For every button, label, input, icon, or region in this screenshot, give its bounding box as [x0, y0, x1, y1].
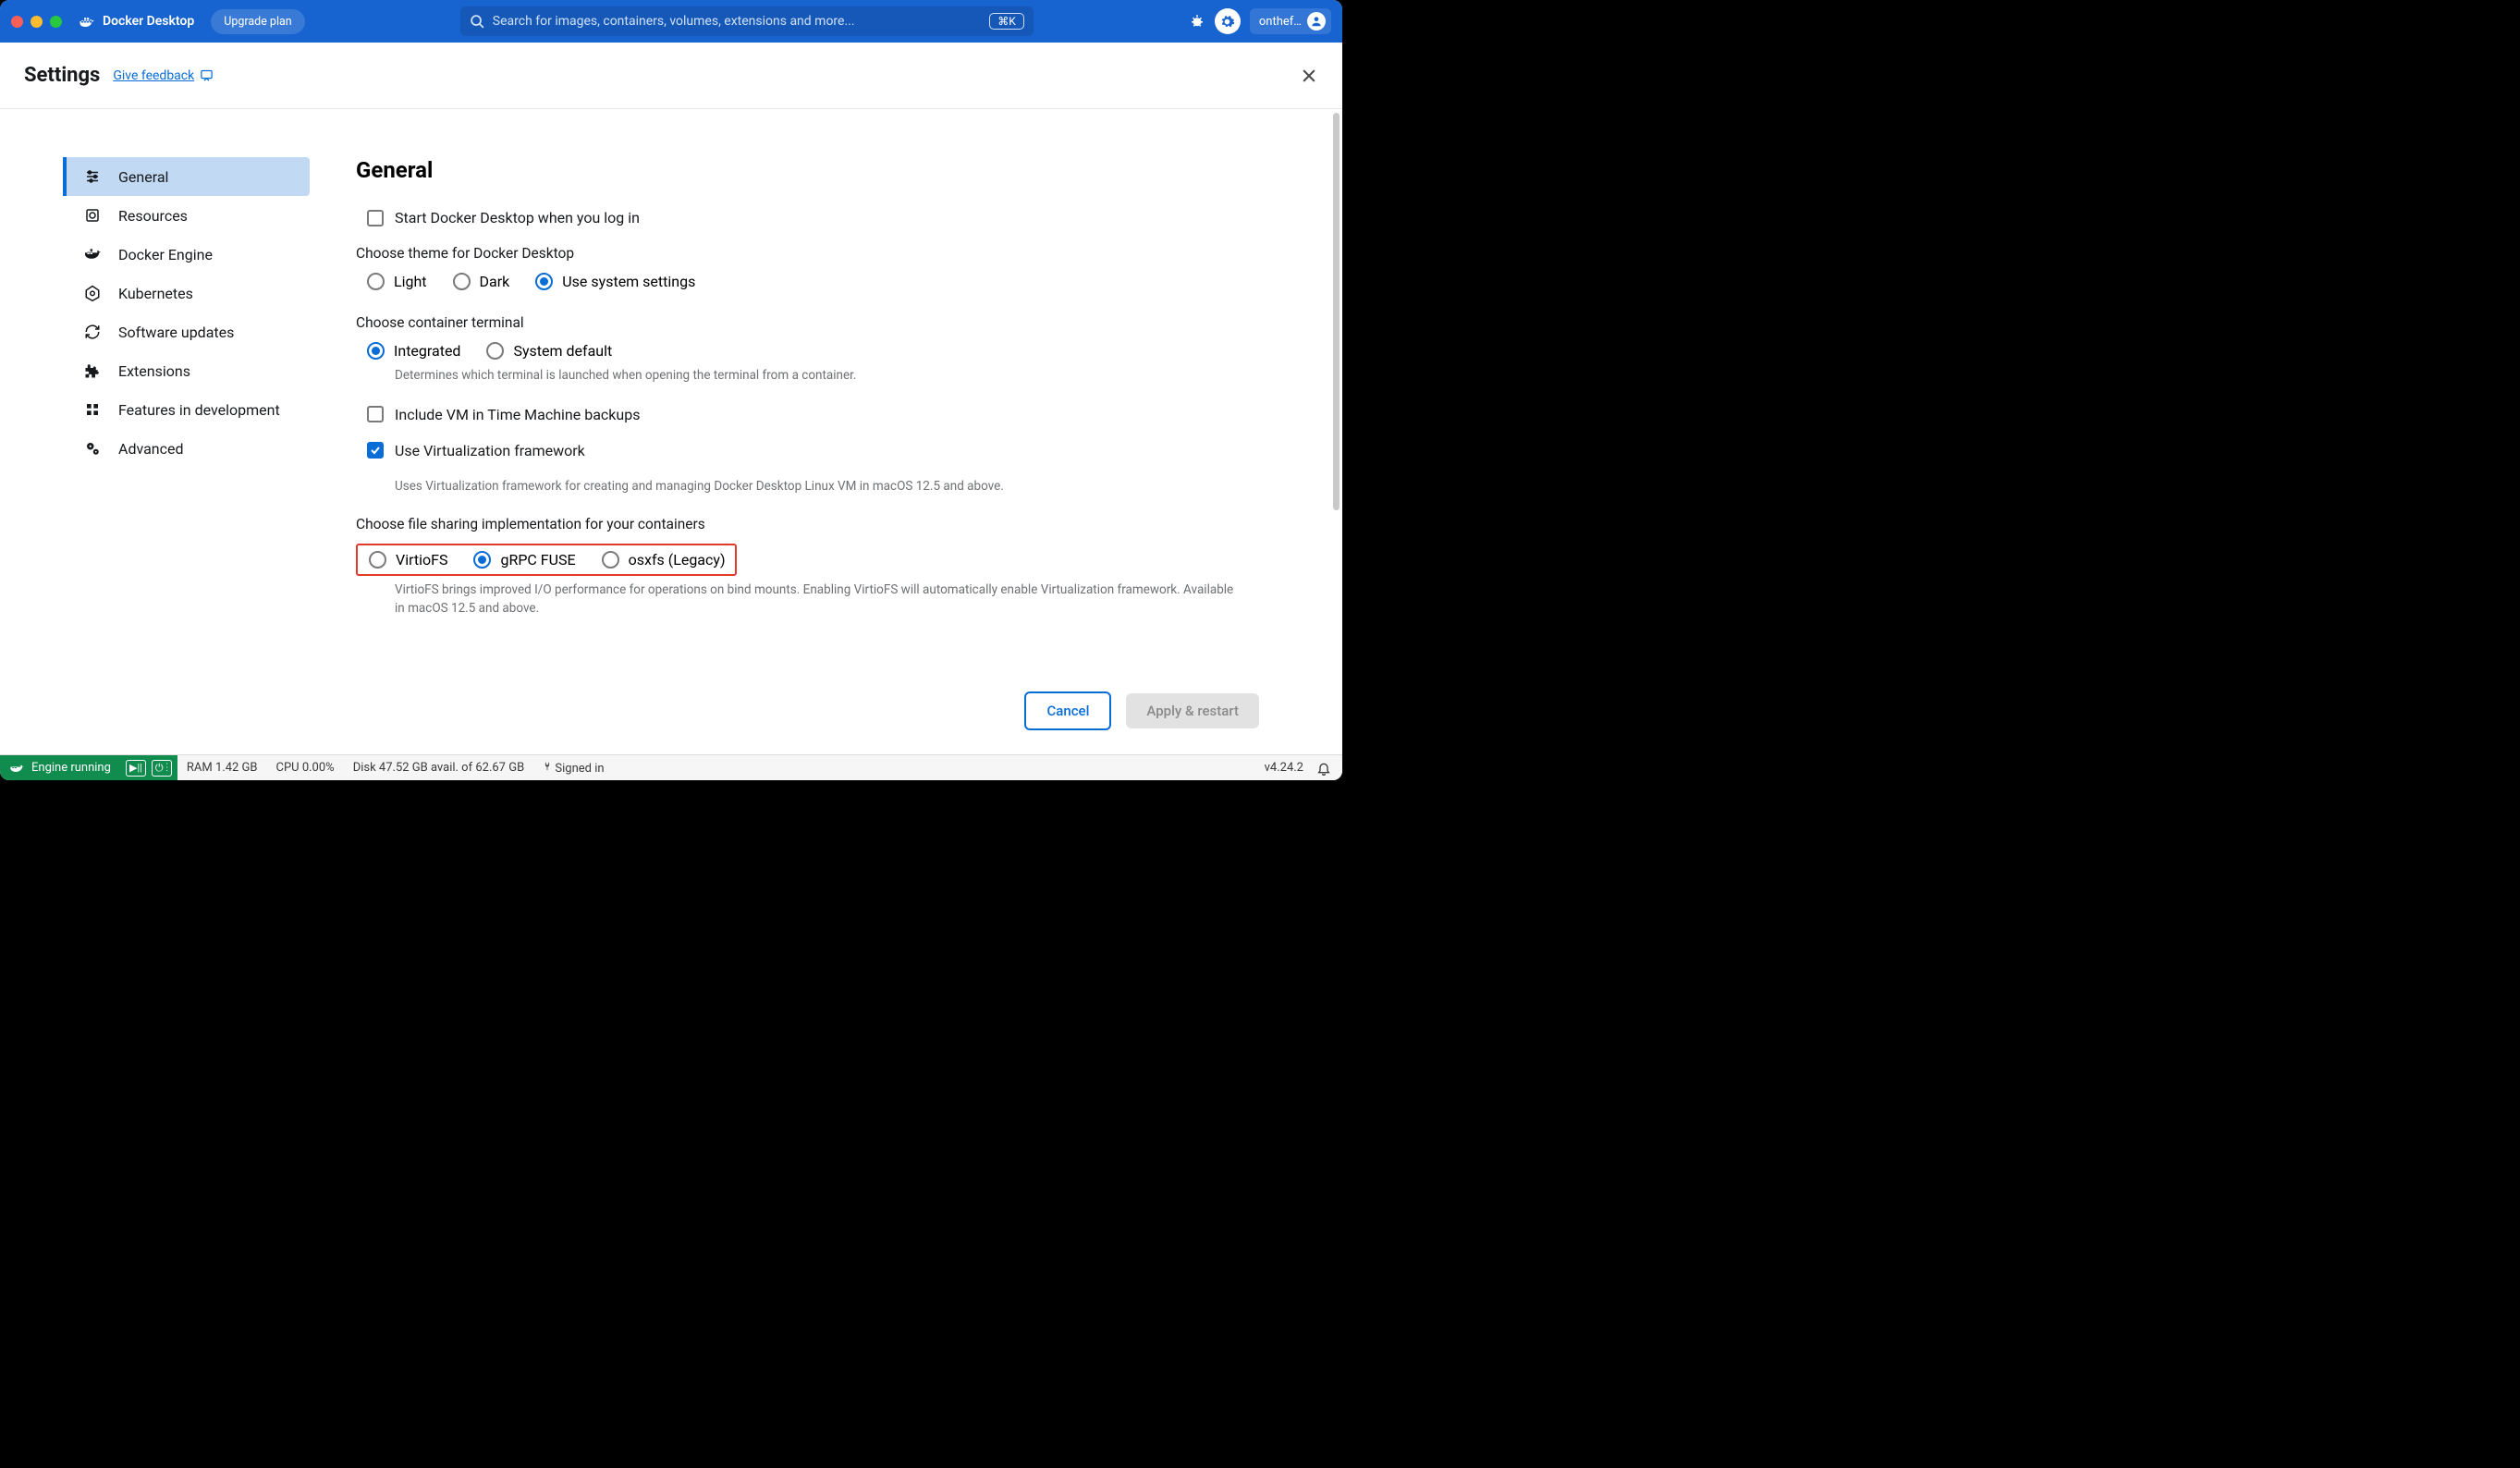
sidebar-item-resources[interactable]: Resources	[63, 196, 310, 235]
power-button[interactable]: ⏻ ⋮	[152, 760, 172, 777]
fs-virtiofs-option[interactable]: VirtioFS	[369, 551, 447, 569]
search-input[interactable]	[493, 14, 982, 29]
terminal-group-label: Choose container terminal	[356, 314, 1287, 331]
start-on-login-label: Start Docker Desktop when you log in	[395, 209, 640, 226]
sliders-icon	[83, 168, 102, 185]
virtualization-checkbox[interactable]	[367, 442, 384, 459]
sidebar-item-kubernetes[interactable]: Kubernetes	[63, 274, 310, 312]
theme-dark-option[interactable]: Dark	[453, 273, 510, 290]
virtualization-label: Use Virtualization framework	[395, 442, 585, 459]
cpu-status: CPU 0.00%	[267, 761, 344, 775]
play-pause-button[interactable]: ▶||	[126, 760, 146, 777]
kubernetes-icon	[83, 285, 102, 301]
engine-controls: ▶|| ⏻ ⋮	[120, 755, 177, 780]
terminal-integrated-option[interactable]: Integrated	[367, 342, 460, 360]
settings-button[interactable]	[1215, 8, 1241, 34]
filesharing-help-text: VirtioFS brings improved I/O performance…	[395, 581, 1245, 618]
disk-status: Disk 47.52 GB avail. of 62.67 GB	[344, 761, 534, 775]
theme-light-option[interactable]: Light	[367, 273, 427, 290]
close-icon[interactable]	[1300, 67, 1318, 85]
user-menu[interactable]: onthef…	[1250, 8, 1331, 34]
search-icon	[470, 14, 485, 30]
titlebar: Docker Desktop Upgrade plan ⌘K onthef…	[0, 0, 1342, 43]
settings-sidebar: General Resources Docker Engine Kubernet…	[0, 109, 310, 754]
advanced-icon	[83, 440, 102, 457]
fs-osxfs-option[interactable]: osxfs (Legacy)	[602, 551, 726, 569]
updates-icon	[83, 324, 102, 340]
theme-group-label: Choose theme for Docker Desktop	[356, 245, 1287, 262]
sidebar-item-features-dev[interactable]: Features in development	[63, 390, 310, 429]
settings-content: General Start Docker Desktop when you lo…	[310, 109, 1342, 754]
plug-icon	[543, 761, 552, 772]
sidebar-item-general[interactable]: General	[63, 157, 310, 196]
window-controls	[11, 16, 62, 28]
app-logo: Docker Desktop	[79, 13, 194, 30]
upgrade-plan-button[interactable]: Upgrade plan	[211, 9, 304, 34]
terminal-help-text: Determines which terminal is launched wh…	[395, 367, 1245, 385]
docker-whale-icon	[9, 762, 24, 775]
extensions-icon	[83, 362, 102, 379]
start-on-login-checkbox[interactable]	[367, 210, 384, 226]
terminal-system-option[interactable]: System default	[486, 342, 612, 360]
resources-icon	[83, 207, 102, 224]
search-box[interactable]: ⌘K	[460, 6, 1034, 36]
timemachine-checkbox[interactable]	[367, 406, 384, 422]
search-shortcut: ⌘K	[989, 13, 1024, 30]
filesharing-highlight: VirtioFS gRPC FUSE osxfs (Legacy)	[356, 544, 737, 576]
bell-icon[interactable]	[1316, 761, 1331, 776]
page-title: Settings	[24, 64, 100, 87]
signed-in-status: Signed in	[533, 761, 613, 776]
timemachine-label: Include VM in Time Machine backups	[395, 406, 640, 423]
engine-status[interactable]: Engine running	[0, 755, 120, 780]
gear-icon	[1219, 14, 1235, 30]
minimize-window[interactable]	[31, 16, 43, 28]
grid-icon	[83, 402, 102, 417]
theme-system-option[interactable]: Use system settings	[535, 273, 695, 290]
feedback-icon	[200, 68, 214, 82]
username: onthef…	[1259, 15, 1302, 29]
cancel-button[interactable]: Cancel	[1024, 691, 1111, 730]
docker-icon	[79, 13, 95, 30]
settings-header: Settings Give feedback	[0, 43, 1342, 109]
check-icon	[370, 445, 381, 456]
bug-icon[interactable]	[1189, 13, 1205, 30]
app-name: Docker Desktop	[103, 14, 194, 29]
footer: Cancel Apply & restart	[0, 679, 1342, 743]
avatar-icon	[1307, 12, 1326, 31]
virtualization-help-text: Uses Virtualization framework for creati…	[395, 478, 1245, 496]
filesharing-group-label: Choose file sharing implementation for y…	[356, 516, 1287, 532]
scrollbar[interactable]	[1333, 113, 1340, 510]
sidebar-item-docker-engine[interactable]: Docker Engine	[63, 235, 310, 274]
close-window[interactable]	[11, 16, 23, 28]
version-label: v4.24.2	[1265, 761, 1303, 775]
sidebar-item-extensions[interactable]: Extensions	[63, 351, 310, 390]
sidebar-item-software-updates[interactable]: Software updates	[63, 312, 310, 351]
ram-status: RAM 1.42 GB	[177, 761, 267, 775]
status-bar: Engine running ▶|| ⏻ ⋮ RAM 1.42 GB CPU 0…	[0, 754, 1342, 780]
fs-grpc-option[interactable]: gRPC FUSE	[473, 551, 575, 569]
docker-engine-icon	[83, 247, 102, 262]
section-heading: General	[356, 157, 1287, 183]
give-feedback-link[interactable]: Give feedback	[113, 68, 214, 83]
apply-restart-button[interactable]: Apply & restart	[1126, 693, 1259, 728]
zoom-window[interactable]	[50, 16, 62, 28]
sidebar-item-advanced[interactable]: Advanced	[63, 429, 310, 468]
